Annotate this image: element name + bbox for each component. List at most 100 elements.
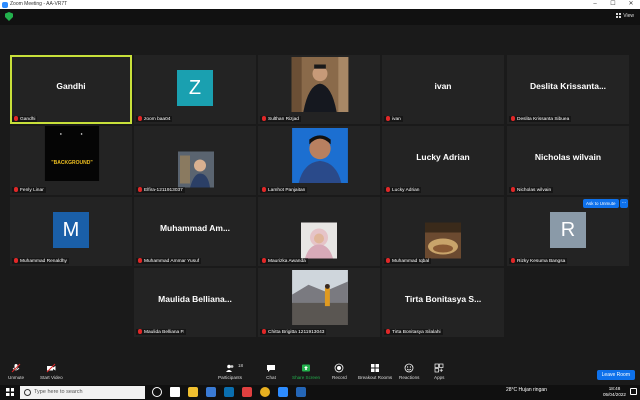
view-button[interactable]: View (616, 13, 634, 19)
participant-label: Lucky Adrian (384, 187, 422, 193)
video-tile-elfira[interactable]: Elfira-1211913037 (134, 126, 256, 195)
video-off-icon (46, 363, 56, 373)
muted-mic-icon (511, 187, 515, 192)
participant-label: Gandhi (12, 116, 38, 122)
participant-name: Lucky Adrian (416, 152, 470, 162)
video-tile-muhammad-iqbal[interactable]: Muhammad Iqbal (382, 197, 504, 266)
start-video-label: Start Video (40, 375, 63, 380)
notification-icon[interactable] (630, 388, 637, 395)
muted-mic-icon (262, 187, 266, 192)
breakout-rooms-label: Breakout Rooms (358, 375, 393, 380)
video-tile-gandhi[interactable]: Gandhi Gandhi (10, 55, 132, 124)
video-tile-muhammad-renaldhy[interactable]: M Muhammad Renaldhy (10, 197, 132, 266)
video-tile-muhammad-ammar[interactable]: Muhammad Am... Muhammad Ammar Yusuf (134, 197, 256, 266)
folder-icon[interactable] (188, 387, 198, 397)
task-view-icon[interactable] (152, 387, 162, 397)
video-tile-zoom-baa04[interactable]: Z zoom baa04 (134, 55, 256, 124)
share-screen-button[interactable]: Share Screen (292, 363, 320, 380)
participant-label: ivan (384, 116, 403, 122)
background-poster-text: "BACKGROUND" (51, 160, 93, 166)
participants-button[interactable]: Participants 18 (218, 363, 244, 380)
store-icon[interactable] (242, 387, 252, 397)
unmute-label: Unmute (8, 375, 25, 380)
windows-taskbar: Type here to search 28°C Hujan ringan 18… (0, 385, 640, 400)
participant-label: Nicholas wilvain (509, 187, 554, 193)
participants-count: 18 (238, 363, 244, 368)
breakout-rooms-icon (371, 364, 380, 372)
start-video-button[interactable]: Start Video (40, 363, 63, 380)
participant-label: zoom baa04 (136, 116, 173, 122)
record-label: Record (332, 375, 347, 380)
avatar: Z (177, 70, 213, 106)
video-gallery: Gandhi Gandhi Z zoom baa04 Sulthan Rizja… (0, 25, 640, 360)
muted-mic-icon (14, 258, 18, 263)
close-button[interactable]: ✕ (622, 0, 640, 9)
muted-mic-icon (14, 116, 18, 121)
share-screen-icon (302, 364, 311, 372)
reactions-button[interactable]: Reactions (399, 363, 419, 380)
meeting-toolbar: Unmute Start Video Participants 18 Chat … (0, 360, 640, 385)
video-tile-fenly[interactable]: "BACKGROUND" Fenly Linar (10, 126, 132, 195)
video-tile-lucky[interactable]: Lucky Adrian Lucky Adrian (382, 126, 504, 195)
muted-mic-icon (14, 187, 18, 192)
participant-name: Tirta Bonitasya S... (404, 294, 482, 304)
more-options-button[interactable]: ... (620, 199, 628, 208)
taskbar-search-input[interactable]: Type here to search (20, 386, 145, 399)
unmute-button[interactable]: Unmute (8, 363, 24, 380)
video-tile-tirta[interactable]: Tirta Bonitasya S... Tirta Bonitasya Sil… (382, 268, 504, 337)
muted-mic-icon (511, 116, 515, 121)
security-shield-icon[interactable] (5, 12, 13, 21)
muted-mic-icon (386, 329, 390, 334)
participant-label: Maulida Belliana P. (136, 329, 187, 335)
clock-date: 05/04/2022 (603, 392, 626, 397)
taskbar-clock[interactable]: 18:48 05/04/2022 (603, 386, 626, 398)
search-icon (24, 389, 31, 396)
muted-mic-icon (138, 329, 142, 334)
muted-mic-icon (511, 258, 515, 263)
zoom-app-icon[interactable] (278, 387, 288, 397)
participant-label: Tirta Bonitasya Silalahi (384, 329, 443, 335)
minimize-button[interactable]: – (586, 0, 604, 9)
participant-video (291, 57, 349, 112)
zoom-meeting-icon[interactable] (296, 387, 306, 397)
participant-label: Deslita Krissanta Sibuea (509, 116, 572, 122)
participant-label: Elfira-1211913037 (136, 187, 185, 193)
muted-mic-icon (386, 187, 390, 192)
reactions-icon (404, 363, 414, 373)
search-placeholder: Type here to search (34, 389, 83, 395)
apps-label: Apps (434, 375, 445, 380)
participant-name: Maulida Belliana... (158, 294, 232, 304)
video-tile-deslita[interactable]: Deslita Krissanta... Deslita Krissanta S… (507, 55, 629, 124)
leave-room-button[interactable]: Leave Room (596, 370, 635, 380)
video-tile-chitta[interactable]: Chitta Brigitta 1211913043 (258, 268, 380, 337)
video-tile-maulida[interactable]: Maulida Belliana... Maulida Belliana P. (134, 268, 256, 337)
apps-button[interactable]: Apps (434, 363, 444, 380)
ask-to-unmute-button[interactable]: Ask to Unmute (583, 199, 619, 208)
edge-icon[interactable] (224, 387, 234, 397)
participant-video (292, 128, 348, 183)
participants-label: Participants (218, 375, 243, 380)
chat-button[interactable]: Chat (266, 363, 276, 380)
video-tile-lamhot[interactable]: Lamhot Panjaitan (258, 126, 380, 195)
reactions-label: Reactions (399, 375, 420, 380)
breakout-rooms-button[interactable]: Breakout Rooms (358, 363, 392, 380)
record-button[interactable]: Record (332, 363, 347, 380)
apps-icon (434, 363, 444, 373)
video-tile-ivan[interactable]: ivan ivan (382, 55, 504, 124)
weather-widget[interactable]: 28°C Hujan ringan (506, 387, 547, 393)
participant-label: Lamhot Panjaitan (260, 187, 308, 193)
video-tile-nicholas[interactable]: Nicholas wilvain Nicholas wilvain (507, 126, 629, 195)
maximize-button[interactable]: ☐ (604, 0, 622, 9)
file-explorer-icon[interactable] (170, 387, 180, 397)
video-tile-maurizka[interactable]: Maurizka Awanda (258, 197, 380, 266)
meeting-topbar: View (0, 9, 640, 25)
video-tile-sulthan[interactable]: Sulthan Rizjad (258, 55, 380, 124)
participant-label: Muhammad Ammar Yusuf (136, 258, 202, 264)
muted-mic-icon (138, 187, 142, 192)
windows-start-icon[interactable] (6, 388, 14, 396)
mail-icon[interactable] (206, 387, 216, 397)
muted-mic-icon (138, 116, 142, 121)
muted-mic-icon (262, 329, 266, 334)
muted-mic-icon (262, 116, 266, 121)
chrome-icon[interactable] (260, 387, 270, 397)
